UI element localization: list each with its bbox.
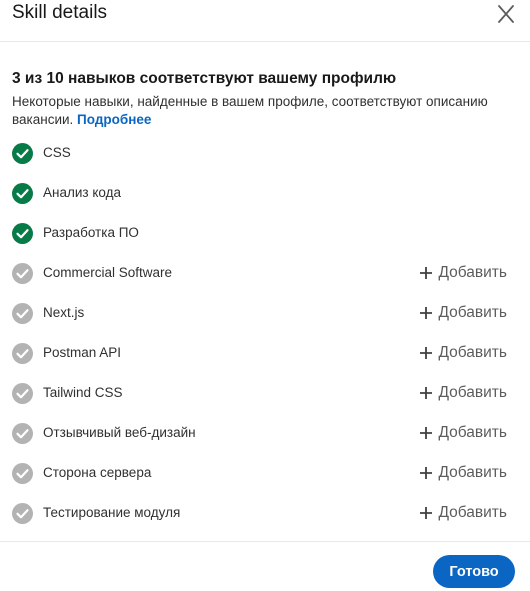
done-button[interactable]: Готово <box>433 555 515 588</box>
skill-list: CSS Анализ кода Разработка ПО Commercial So… <box>12 133 518 533</box>
skill-name: Next.js <box>43 305 85 320</box>
add-skill-label: Добавить <box>438 424 507 441</box>
skill-name: CSS <box>43 145 71 160</box>
add-skill-label: Добавить <box>438 304 507 321</box>
dialog-header: Skill details <box>0 0 530 42</box>
skill-unmatched-check-icon <box>12 303 33 324</box>
add-skill-button[interactable]: Добавить <box>419 422 507 444</box>
match-summary: 3 из 10 навыков соответствуют вашему про… <box>12 70 518 129</box>
skill-row: Commercial Software Добавить <box>12 253 518 293</box>
close-button[interactable] <box>494 2 518 26</box>
add-skill-label: Добавить <box>438 384 507 401</box>
match-summary-heading: 3 из 10 навыков соответствуют вашему про… <box>12 70 397 87</box>
skill-name: Разработка ПО <box>43 225 139 240</box>
plus-icon <box>420 387 433 399</box>
add-skill-label: Добавить <box>438 264 507 281</box>
skill-name: Postman API <box>43 345 122 360</box>
skill-row: Сторона сервера Добавить <box>12 453 518 493</box>
add-skill-button[interactable]: Добавить <box>419 342 507 364</box>
add-skill-button[interactable]: Добавить <box>419 462 507 484</box>
learn-more-link[interactable]: Подробнее <box>77 112 151 127</box>
skill-row: Tailwind CSS Добавить <box>12 373 518 413</box>
skill-unmatched-check-icon <box>12 383 33 404</box>
skill-name: Commercial Software <box>43 265 173 280</box>
skill-row: Анализ кода <box>12 173 518 213</box>
skill-row: Next.js Добавить <box>12 293 518 333</box>
skill-row: CSS <box>12 133 518 173</box>
skill-name: Анализ кода <box>43 185 121 200</box>
skill-name: Tailwind CSS <box>43 385 123 400</box>
close-icon <box>498 5 514 23</box>
skill-matched-check-icon <box>12 183 33 204</box>
skill-row: Отзывчивый веб-дизайн Добавить <box>12 413 518 453</box>
plus-icon <box>420 427 433 439</box>
skill-matched-check-icon <box>12 143 33 164</box>
add-skill-button[interactable]: Добавить <box>419 382 507 404</box>
add-skill-button[interactable]: Добавить <box>419 262 507 284</box>
plus-icon <box>420 307 433 319</box>
dialog-title: Skill details <box>12 2 108 23</box>
skill-name: Сторона сервера <box>43 465 152 480</box>
skill-unmatched-check-icon <box>12 503 33 524</box>
add-skill-label: Добавить <box>438 344 507 361</box>
add-skill-label: Добавить <box>438 464 507 481</box>
plus-icon <box>420 467 433 479</box>
skill-matched-check-icon <box>12 223 33 244</box>
dialog-footer: Готово <box>0 541 530 591</box>
skill-unmatched-check-icon <box>12 263 33 284</box>
skill-unmatched-check-icon <box>12 423 33 444</box>
skill-row: Разработка ПО <box>12 213 518 253</box>
skill-name: Отзывчивый веб-дизайн <box>43 425 196 440</box>
add-skill-button[interactable]: Добавить <box>419 302 507 324</box>
plus-icon <box>420 347 433 359</box>
skill-name: Тестирование модуля <box>43 505 181 520</box>
skill-unmatched-check-icon <box>12 463 33 484</box>
plus-icon <box>420 267 433 279</box>
add-skill-label: Добавить <box>438 504 507 521</box>
skill-row: Postman API Добавить <box>12 333 518 373</box>
skill-row: Тестирование модуля Добавить <box>12 493 518 533</box>
match-summary-description: Некоторые навыки, найденные в вашем проф… <box>12 93 518 129</box>
skill-unmatched-check-icon <box>12 343 33 364</box>
plus-icon <box>420 507 433 519</box>
add-skill-button[interactable]: Добавить <box>419 502 507 524</box>
